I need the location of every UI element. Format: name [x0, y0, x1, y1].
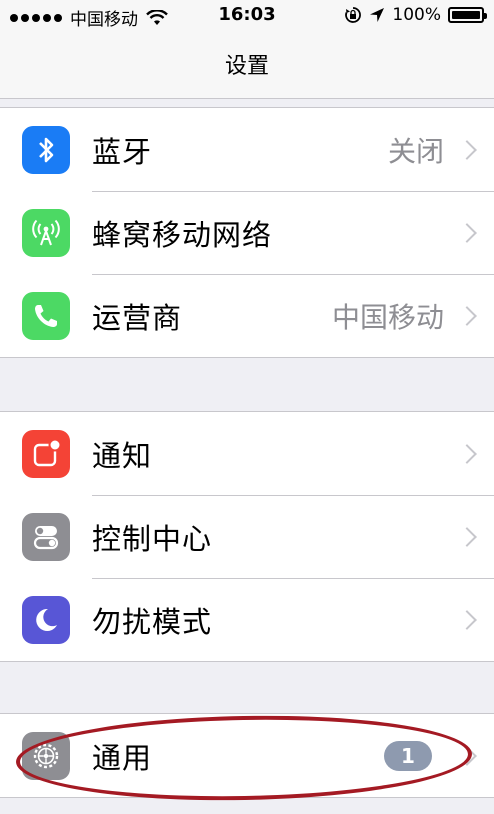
- settings-row-general[interactable]: 通用 1: [0, 714, 494, 797]
- chevron-right-icon: [457, 139, 477, 160]
- cellular-antenna-icon: [22, 208, 70, 257]
- settings-row-bluetooth[interactable]: 蓝牙 关闭: [0, 108, 494, 191]
- settings-row-cellular[interactable]: 蜂窝移动网络: [0, 191, 494, 274]
- settings-row-control-center[interactable]: 控制中心: [0, 495, 494, 578]
- location-arrow-icon: [370, 8, 385, 22]
- control-center-icon: [22, 512, 70, 561]
- notifications-icon: [22, 429, 70, 478]
- status-bar: 中国移动 16:03 100%: [0, 0, 494, 32]
- settings-row-label: 控制中心: [92, 521, 213, 556]
- settings-row-label: 运营商: [92, 300, 183, 335]
- battery-percent: 100%: [392, 5, 441, 25]
- chevron-right-icon: [457, 305, 477, 326]
- gear-icon: [22, 731, 70, 780]
- settings-group-general: 通用 1: [0, 713, 494, 798]
- nav-bar: 设置: [0, 32, 494, 99]
- status-right: 100%: [344, 5, 487, 25]
- bluetooth-icon: [22, 125, 70, 174]
- settings-row-carrier[interactable]: 运营商 中国移动: [0, 274, 494, 357]
- page-title: 设置: [224, 54, 269, 79]
- settings-row-do-not-disturb[interactable]: 勿扰模式: [0, 578, 494, 661]
- battery-icon: [448, 7, 487, 23]
- settings-row-label: 勿扰模式: [92, 604, 213, 639]
- settings-group-notifications: 通知 控制中心 勿扰模式: [0, 411, 494, 662]
- settings-row-label: 蜂窝移动网络: [92, 217, 273, 252]
- settings-row-value: 关闭: [387, 134, 444, 168]
- moon-icon: [22, 595, 70, 644]
- update-count-badge: 1: [384, 740, 432, 771]
- settings-row-notifications[interactable]: 通知: [0, 412, 494, 495]
- settings-row-label: 蓝牙: [92, 134, 153, 169]
- chevron-right-icon: [457, 609, 477, 630]
- settings-row-label: 通用: [92, 740, 153, 775]
- chevron-right-icon: [457, 222, 477, 243]
- settings-row-value: 中国移动: [331, 300, 444, 334]
- phone-icon: [22, 291, 70, 340]
- chevron-right-icon: [457, 526, 477, 547]
- chevron-right-icon: [457, 745, 477, 766]
- chevron-right-icon: [457, 443, 477, 464]
- rotation-lock-icon: [345, 7, 362, 23]
- settings-group-connectivity: 蓝牙 关闭 蜂窝移动网络 运营商 中国移动: [0, 107, 494, 358]
- battery-level: [452, 11, 480, 19]
- settings-row-label: 通知: [92, 438, 153, 473]
